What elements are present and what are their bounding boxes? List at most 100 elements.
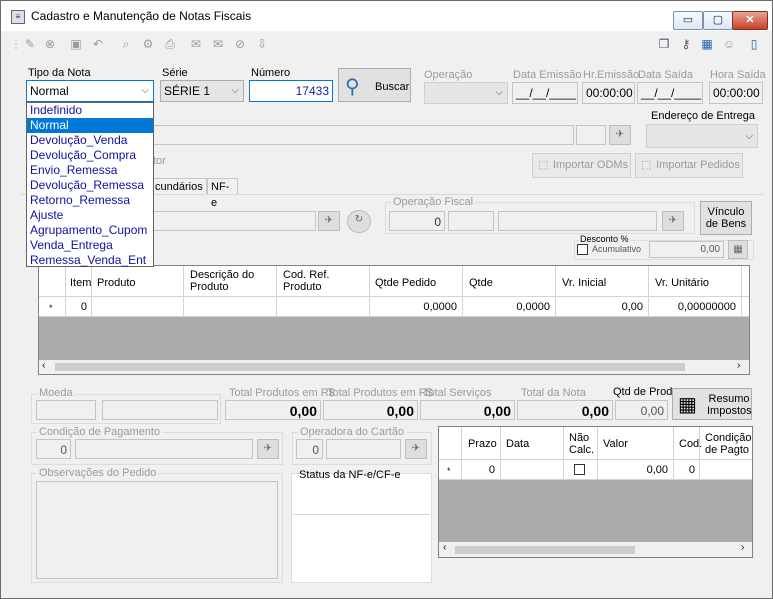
- cell-vr-inicial[interactable]: 0,00: [555, 301, 643, 313]
- print-icon[interactable]: ⎙: [163, 37, 177, 51]
- importar-pedidos-button[interactable]: ⬚ Importar Pedidos: [635, 153, 743, 178]
- undo-icon[interactable]: ↶: [91, 37, 105, 51]
- data-emissao-input[interactable]: __/__/____: [512, 82, 578, 104]
- operacao-fiscal-input[interactable]: 0: [389, 211, 445, 231]
- col-cod-ref[interactable]: Cod. Ref. Produto: [283, 269, 363, 293]
- scroll-thumb[interactable]: [55, 363, 685, 371]
- mail-icon[interactable]: ✉: [211, 37, 225, 51]
- cliente-search-icon[interactable]: ✈: [609, 125, 631, 145]
- export-icon[interactable]: ⇩: [255, 37, 269, 51]
- operacao-select[interactable]: ⌵: [424, 82, 508, 104]
- col-vr-unitario[interactable]: Vr. Unitário: [655, 277, 709, 289]
- option-agrupamento-cupom[interactable]: Agrupamento_Cupom: [27, 223, 153, 238]
- col-nao-calc[interactable]: Não Calc.: [569, 432, 597, 456]
- cell-cod[interactable]: 0: [675, 464, 695, 476]
- vinculo-bens-button[interactable]: Vínculo de Bens: [700, 201, 752, 235]
- option-devolucao-remessa[interactable]: Devolução_Remessa: [27, 178, 153, 193]
- serie-select[interactable]: SÉRIE 1 ⌵: [160, 80, 244, 102]
- col-prazo[interactable]: Prazo: [468, 438, 497, 450]
- edit-icon[interactable]: ✎: [23, 37, 37, 51]
- tab-secundarios[interactable]: cundários: [151, 178, 207, 194]
- option-normal[interactable]: Normal: [27, 118, 153, 133]
- operadora-code-input[interactable]: 0: [296, 439, 323, 459]
- nao-calc-checkbox[interactable]: [574, 464, 585, 475]
- maximize-button[interactable]: ▢: [703, 11, 733, 30]
- cell-valor[interactable]: 0,00: [599, 464, 668, 476]
- minimize-button[interactable]: ▭: [673, 11, 703, 30]
- tipo-nota-dropdown[interactable]: Indefinido Normal Devolução_Venda Devolu…: [26, 102, 154, 267]
- col-vr-inicial[interactable]: Vr. Inicial: [562, 277, 606, 289]
- fiscal-search-icon[interactable]: ✈: [318, 211, 340, 231]
- endereco-entrega-select[interactable]: ⌵: [646, 124, 758, 148]
- operacao-fiscal-code[interactable]: [448, 211, 494, 231]
- moeda-desc-input[interactable]: [102, 400, 218, 420]
- hr-emissao-input[interactable]: 00:00:00: [582, 82, 635, 104]
- scroll-left-icon[interactable]: ‹: [42, 360, 45, 371]
- network-icon[interactable]: ⚙: [141, 37, 155, 51]
- option-ajuste[interactable]: Ajuste: [27, 208, 153, 223]
- mail-send-icon[interactable]: ✉: [189, 37, 203, 51]
- scroll-right-icon[interactable]: ›: [737, 360, 740, 371]
- option-devolucao-compra[interactable]: Devolução_Compra: [27, 148, 153, 163]
- cliente-nome-input[interactable]: [151, 125, 574, 145]
- zoom-icon[interactable]: ⌕: [119, 37, 133, 51]
- cell-qtde-pedido[interactable]: 0,0000: [369, 301, 457, 313]
- tab-nfe[interactable]: NF-e: [207, 178, 238, 209]
- operadora-search-icon[interactable]: ✈: [405, 439, 427, 459]
- operacao-fiscal-search-icon[interactable]: ✈: [662, 211, 684, 231]
- option-devolucao-venda[interactable]: Devolução_Venda: [27, 133, 153, 148]
- col-produto[interactable]: Produto: [97, 277, 136, 289]
- data-saida-input[interactable]: __/__/____: [637, 82, 703, 104]
- resumo-impostos-button[interactable]: ▦ Resumo Impostos: [672, 388, 752, 420]
- scroll-right-icon[interactable]: ›: [741, 542, 744, 553]
- option-remessa-venda-ent[interactable]: Remessa_Venda_Ent: [27, 253, 153, 268]
- cell-prazo[interactable]: 0: [463, 464, 495, 476]
- buscar-button[interactable]: ⚲ Buscar: [338, 68, 411, 102]
- condicao-search-icon[interactable]: ✈: [257, 439, 279, 459]
- block-icon[interactable]: ⊘: [233, 37, 247, 51]
- numero-input[interactable]: 17433: [249, 80, 333, 102]
- window-icon[interactable]: ❐: [657, 37, 671, 51]
- importar-odms-button[interactable]: ⬚ Importar ODMs: [532, 153, 631, 178]
- desconto-input[interactable]: 0,00: [649, 241, 724, 258]
- horizontal-scrollbar[interactable]: ‹ ›: [39, 360, 749, 374]
- option-venda-entrega[interactable]: Venda_Entrega: [27, 238, 153, 253]
- key-icon[interactable]: ⚷: [679, 37, 693, 51]
- col-condicao-pagto[interactable]: Condição de Pagto: [705, 432, 752, 456]
- operacao-fiscal-desc[interactable]: [498, 211, 657, 231]
- col-valor[interactable]: Valor: [603, 438, 628, 450]
- tipo-nota-select[interactable]: Normal ⌵: [26, 80, 154, 102]
- refresh-icon[interactable]: ↻: [347, 210, 371, 233]
- condicao-code-input[interactable]: 0: [36, 439, 71, 459]
- calculator-icon[interactable]: ▦: [728, 240, 748, 259]
- acumulativo-checkbox[interactable]: [577, 244, 588, 255]
- hora-saida-input[interactable]: 00:00:00: [709, 82, 763, 104]
- col-item[interactable]: Item: [70, 277, 91, 289]
- exit-icon[interactable]: ▯: [747, 37, 761, 51]
- option-retorno-remessa[interactable]: Retorno_Remessa: [27, 193, 153, 208]
- cell-vr-unitario[interactable]: 0,00000000: [648, 301, 736, 313]
- col-qtde-pedido[interactable]: Qtde Pedido: [375, 277, 436, 289]
- col-descricao[interactable]: Descrição do Produto: [190, 269, 270, 293]
- calendar-icon[interactable]: ▦: [700, 37, 714, 51]
- option-envio-remessa[interactable]: Envio_Remessa: [27, 163, 153, 178]
- col-data[interactable]: Data: [506, 438, 529, 450]
- user-icon[interactable]: ☺: [722, 37, 736, 51]
- option-indefinido[interactable]: Indefinido: [27, 103, 153, 118]
- parcelas-scrollbar[interactable]: ‹ ›: [439, 542, 752, 557]
- scroll-thumb[interactable]: [455, 546, 635, 554]
- save-icon[interactable]: ▣: [69, 37, 83, 51]
- moeda-code-input[interactable]: [36, 400, 96, 420]
- total-servicos-label: Total Serviços: [423, 387, 492, 399]
- col-qtde[interactable]: Qtde: [469, 277, 493, 289]
- cliente-extra-input[interactable]: [576, 125, 606, 145]
- operadora-desc-input[interactable]: [326, 439, 401, 459]
- scroll-left-icon[interactable]: ‹: [443, 542, 446, 553]
- cell-qtde[interactable]: 0,0000: [462, 301, 550, 313]
- observacoes-textarea[interactable]: [36, 481, 278, 579]
- condicao-desc-input[interactable]: [75, 439, 253, 459]
- cancel-icon[interactable]: ⊗: [43, 37, 57, 51]
- cell-item[interactable]: 0: [67, 301, 87, 313]
- fiscal-input[interactable]: [151, 211, 316, 231]
- close-button[interactable]: ✕: [732, 11, 768, 30]
